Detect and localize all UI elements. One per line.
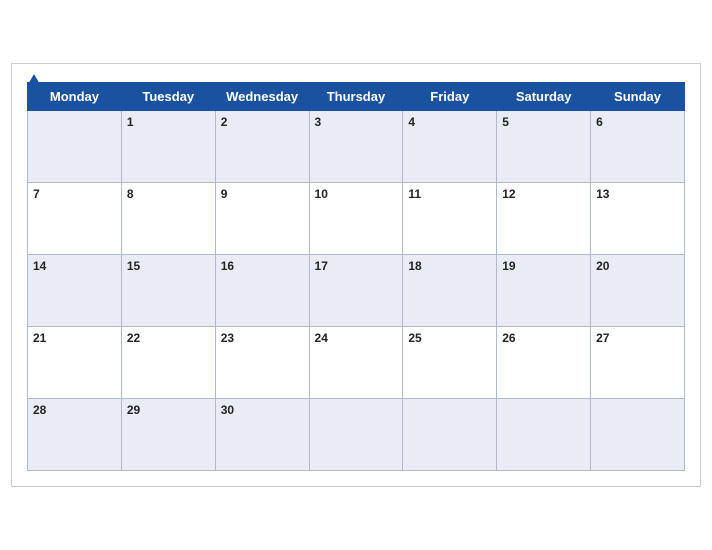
calendar-cell: 25 xyxy=(403,327,497,399)
day-number: 5 xyxy=(502,115,509,129)
day-number: 1 xyxy=(127,115,134,129)
day-header-saturday: Saturday xyxy=(497,83,591,111)
day-number: 21 xyxy=(33,331,46,345)
week-row-5: 28 29 30 xyxy=(28,399,685,471)
calendar-cell: 1 xyxy=(121,111,215,183)
calendar-cell: 24 xyxy=(309,327,403,399)
day-number: 20 xyxy=(596,259,609,273)
calendar-cell: 15 xyxy=(121,255,215,327)
day-number: 14 xyxy=(33,259,46,273)
calendar-cell: 17 xyxy=(309,255,403,327)
calendar-cell: 29 xyxy=(121,399,215,471)
day-number: 16 xyxy=(221,259,234,273)
calendar-cell: 2 xyxy=(215,111,309,183)
calendar-cell xyxy=(591,399,685,471)
calendar-cell: 27 xyxy=(591,327,685,399)
calendar-cell: 16 xyxy=(215,255,309,327)
day-number: 10 xyxy=(315,187,328,201)
calendar-cell: 14 xyxy=(28,255,122,327)
day-number: 19 xyxy=(502,259,515,273)
day-number: 12 xyxy=(502,187,515,201)
logo-blue-text xyxy=(27,74,43,86)
day-number: 23 xyxy=(221,331,234,345)
calendar-container: MondayTuesdayWednesdayThursdayFridaySatu… xyxy=(11,63,701,487)
logo-triangle-icon xyxy=(27,74,41,86)
calendar-cell xyxy=(497,399,591,471)
calendar-cell xyxy=(309,399,403,471)
day-number: 26 xyxy=(502,331,515,345)
day-number: 24 xyxy=(315,331,328,345)
day-number: 11 xyxy=(408,187,421,201)
day-header-thursday: Thursday xyxy=(309,83,403,111)
week-row-1: 1 2 3 4 5 6 xyxy=(28,111,685,183)
day-number: 13 xyxy=(596,187,609,201)
day-number: 22 xyxy=(127,331,140,345)
day-number: 28 xyxy=(33,403,46,417)
calendar-cell: 11 xyxy=(403,183,497,255)
calendar-cell: 5 xyxy=(497,111,591,183)
day-number: 6 xyxy=(596,115,603,129)
day-number: 29 xyxy=(127,403,140,417)
day-number: 3 xyxy=(315,115,322,129)
day-number: 30 xyxy=(221,403,234,417)
day-number: 17 xyxy=(315,259,328,273)
calendar-cell: 19 xyxy=(497,255,591,327)
day-header-sunday: Sunday xyxy=(591,83,685,111)
calendar-cell: 8 xyxy=(121,183,215,255)
calendar-cell: 30 xyxy=(215,399,309,471)
calendar-cell: 7 xyxy=(28,183,122,255)
calendar-table: MondayTuesdayWednesdayThursdayFridaySatu… xyxy=(27,82,685,471)
day-number: 25 xyxy=(408,331,421,345)
calendar-cell: 28 xyxy=(28,399,122,471)
day-number: 8 xyxy=(127,187,134,201)
days-header-row: MondayTuesdayWednesdayThursdayFridaySatu… xyxy=(28,83,685,111)
calendar-cell xyxy=(403,399,497,471)
calendar-cell: 22 xyxy=(121,327,215,399)
day-number: 18 xyxy=(408,259,421,273)
day-number: 9 xyxy=(221,187,228,201)
week-row-3: 14 15 16 17 18 19 20 xyxy=(28,255,685,327)
calendar-cell: 6 xyxy=(591,111,685,183)
calendar-cell: 9 xyxy=(215,183,309,255)
logo xyxy=(27,74,43,86)
calendar-cell: 4 xyxy=(403,111,497,183)
calendar-cell: 21 xyxy=(28,327,122,399)
day-header-friday: Friday xyxy=(403,83,497,111)
week-row-4: 21 22 23 24 25 26 27 xyxy=(28,327,685,399)
day-header-monday: Monday xyxy=(28,83,122,111)
calendar-cell: 13 xyxy=(591,183,685,255)
day-number: 4 xyxy=(408,115,415,129)
calendar-cell: 10 xyxy=(309,183,403,255)
calendar-cell: 23 xyxy=(215,327,309,399)
week-row-2: 7 8 9 10 11 12 13 xyxy=(28,183,685,255)
day-number: 27 xyxy=(596,331,609,345)
day-header-wednesday: Wednesday xyxy=(215,83,309,111)
day-number: 7 xyxy=(33,187,40,201)
calendar-cell xyxy=(28,111,122,183)
calendar-cell: 12 xyxy=(497,183,591,255)
calendar-cell: 26 xyxy=(497,327,591,399)
day-header-tuesday: Tuesday xyxy=(121,83,215,111)
day-number: 15 xyxy=(127,259,140,273)
day-number: 2 xyxy=(221,115,228,129)
calendar-cell: 20 xyxy=(591,255,685,327)
calendar-cell: 18 xyxy=(403,255,497,327)
calendar-cell: 3 xyxy=(309,111,403,183)
